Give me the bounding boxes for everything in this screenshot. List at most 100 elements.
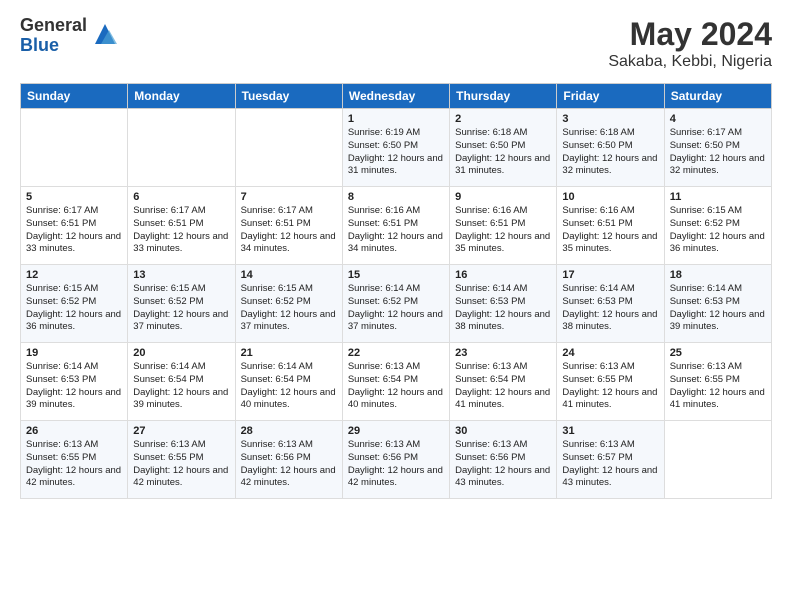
day-number: 21 <box>241 347 337 359</box>
day-info: Sunrise: 6:18 AM Sunset: 6:50 PM Dayligh… <box>455 127 551 178</box>
calendar-week-4: 19 Sunrise: 6:14 AM Sunset: 6:53 PM Dayli… <box>21 343 772 421</box>
day-number: 22 <box>348 347 444 359</box>
day-number: 4 <box>670 113 766 125</box>
day-number: 16 <box>455 269 551 281</box>
calendar-cell: 14Sunrise: 6:15 AM Sunset: 6:52 PM Dayli… <box>235 265 342 343</box>
col-friday: Friday <box>557 84 664 109</box>
calendar-cell <box>21 109 128 187</box>
calendar-cell: 2 Sunrise: 6:18 AM Sunset: 6:50 PM Daylig… <box>450 109 557 187</box>
calendar-cell <box>235 109 342 187</box>
day-info: Sunrise: 6:15 AM Sunset: 6:52 PM Dayligh… <box>26 283 122 334</box>
day-info: Sunrise: 6:15 AM Sunset: 6:52 PM Dayligh… <box>670 205 766 256</box>
main-title: May 2024 <box>608 16 772 53</box>
calendar-cell: 21 Sunrise: 6:14 AM Sunset: 6:54 PM Dayli… <box>235 343 342 421</box>
day-number: 28 <box>241 425 337 437</box>
day-info: Sunrise: 6:16 AM Sunset: 6:51 PM Dayligh… <box>562 205 658 256</box>
calendar-cell <box>128 109 235 187</box>
day-info: Sunrise: 6:13 AM Sunset: 6:55 PM Dayligh… <box>670 361 766 412</box>
day-info: Sunrise: 6:13 AM Sunset: 6:55 PM Dayligh… <box>133 439 229 490</box>
day-number: 18 <box>670 269 766 281</box>
logo-general: General <box>20 16 87 36</box>
day-info: Sunrise: 6:14 AM Sunset: 6:54 PM Dayligh… <box>133 361 229 412</box>
day-info: Sunrise: 6:14 AM Sunset: 6:53 PM Dayligh… <box>562 283 658 334</box>
day-info: Sunrise: 6:14 AM Sunset: 6:54 PM Dayligh… <box>241 361 337 412</box>
header: General Blue May 2024 Sakaba, Kebbi, Nig… <box>20 16 772 71</box>
calendar-week-5: 26 Sunrise: 6:13 AM Sunset: 6:55 PM Dayli… <box>21 421 772 499</box>
calendar-cell <box>664 421 771 499</box>
calendar-cell: 7 Sunrise: 6:17 AM Sunset: 6:51 PM Daylig… <box>235 187 342 265</box>
day-info: Sunrise: 6:13 AM Sunset: 6:54 PM Dayligh… <box>455 361 551 412</box>
day-info: Sunrise: 6:13 AM Sunset: 6:56 PM Dayligh… <box>241 439 337 490</box>
day-info: Sunrise: 6:14 AM Sunset: 6:53 PM Dayligh… <box>26 361 122 412</box>
calendar-cell: 10 Sunrise: 6:16 AM Sunset: 6:51 PM Dayli… <box>557 187 664 265</box>
calendar-week-1: 1 Sunrise: 6:19 AM Sunset: 6:50 PM Daylig… <box>21 109 772 187</box>
day-number: 19 <box>26 347 122 359</box>
day-info: Sunrise: 6:16 AM Sunset: 6:51 PM Dayligh… <box>348 205 444 256</box>
day-info: Sunrise: 6:13 AM Sunset: 6:55 PM Dayligh… <box>26 439 122 490</box>
day-number: 13 <box>133 269 229 281</box>
col-wednesday: Wednesday <box>342 84 449 109</box>
day-number: 3 <box>562 113 658 125</box>
calendar-cell: 6Sunrise: 6:17 AM Sunset: 6:51 PM Daylig… <box>128 187 235 265</box>
calendar-cell: 20 Sunrise: 6:14 AM Sunset: 6:54 PM Dayli… <box>128 343 235 421</box>
day-number: 20 <box>133 347 229 359</box>
col-tuesday: Tuesday <box>235 84 342 109</box>
calendar-week-3: 12 Sunrise: 6:15 AM Sunset: 6:52 PM Dayli… <box>21 265 772 343</box>
day-number: 30 <box>455 425 551 437</box>
calendar-week-2: 5 Sunrise: 6:17 AM Sunset: 6:51 PM Daylig… <box>21 187 772 265</box>
title-block: May 2024 Sakaba, Kebbi, Nigeria <box>608 16 772 71</box>
calendar-cell: 22 Sunrise: 6:13 AM Sunset: 6:54 PM Dayli… <box>342 343 449 421</box>
calendar-cell: 8 Sunrise: 6:16 AM Sunset: 6:51 PM Daylig… <box>342 187 449 265</box>
day-number: 6 <box>133 191 229 203</box>
day-number: 7 <box>241 191 337 203</box>
calendar-cell: 26 Sunrise: 6:13 AM Sunset: 6:55 PM Dayli… <box>21 421 128 499</box>
calendar-cell: 17 Sunrise: 6:14 AM Sunset: 6:53 PM Dayli… <box>557 265 664 343</box>
day-info: Sunrise: 6:13 AM Sunset: 6:56 PM Dayligh… <box>455 439 551 490</box>
day-info: Sunrise: 6:17 AM Sunset: 6:50 PM Dayligh… <box>670 127 766 178</box>
day-info: Sunrise: 6:13 AM Sunset: 6:54 PM Dayligh… <box>348 361 444 412</box>
calendar-cell: 29 Sunrise: 6:13 AM Sunset: 6:56 PM Dayli… <box>342 421 449 499</box>
calendar-cell: 25 Sunrise: 6:13 AM Sunset: 6:55 PM Dayli… <box>664 343 771 421</box>
calendar-cell: 31Sunrise: 6:13 AM Sunset: 6:57 PM Dayli… <box>557 421 664 499</box>
logo-text: General Blue <box>20 16 87 56</box>
day-number: 17 <box>562 269 658 281</box>
day-number: 25 <box>670 347 766 359</box>
calendar-cell: 5Sunrise: 6:17 AM Sunset: 6:51 PM Daylig… <box>21 187 128 265</box>
subtitle: Sakaba, Kebbi, Nigeria <box>608 53 772 71</box>
col-sunday: Sunday <box>21 84 128 109</box>
day-number: 1 <box>348 113 444 125</box>
day-number: 5 <box>26 191 122 203</box>
day-number: 29 <box>348 425 444 437</box>
day-info: Sunrise: 6:14 AM Sunset: 6:53 PM Dayligh… <box>455 283 551 334</box>
col-monday: Monday <box>128 84 235 109</box>
day-number: 2 <box>455 113 551 125</box>
calendar-cell: 16 Sunrise: 6:14 AM Sunset: 6:53 PM Dayli… <box>450 265 557 343</box>
day-number: 8 <box>348 191 444 203</box>
day-info: Sunrise: 6:14 AM Sunset: 6:52 PM Dayligh… <box>348 283 444 334</box>
calendar-cell: 28 Sunrise: 6:13 AM Sunset: 6:56 PM Dayli… <box>235 421 342 499</box>
day-number: 26 <box>26 425 122 437</box>
page: General Blue May 2024 Sakaba, Kebbi, Nig… <box>0 0 792 612</box>
day-info: Sunrise: 6:14 AM Sunset: 6:53 PM Dayligh… <box>670 283 766 334</box>
calendar-cell: 4 Sunrise: 6:17 AM Sunset: 6:50 PM Daylig… <box>664 109 771 187</box>
day-info: Sunrise: 6:13 AM Sunset: 6:55 PM Dayligh… <box>562 361 658 412</box>
day-info: Sunrise: 6:13 AM Sunset: 6:57 PM Dayligh… <box>562 439 658 490</box>
day-number: 24 <box>562 347 658 359</box>
day-info: Sunrise: 6:19 AM Sunset: 6:50 PM Dayligh… <box>348 127 444 178</box>
calendar-cell: 19 Sunrise: 6:14 AM Sunset: 6:53 PM Dayli… <box>21 343 128 421</box>
calendar-cell: 9Sunrise: 6:16 AM Sunset: 6:51 PM Daylig… <box>450 187 557 265</box>
calendar-cell: 12 Sunrise: 6:15 AM Sunset: 6:52 PM Dayli… <box>21 265 128 343</box>
calendar-cell: 24 Sunrise: 6:13 AM Sunset: 6:55 PM Dayli… <box>557 343 664 421</box>
day-number: 10 <box>562 191 658 203</box>
day-info: Sunrise: 6:17 AM Sunset: 6:51 PM Dayligh… <box>241 205 337 256</box>
day-number: 9 <box>455 191 551 203</box>
calendar-cell: 18 Sunrise: 6:14 AM Sunset: 6:53 PM Dayli… <box>664 265 771 343</box>
day-number: 15 <box>348 269 444 281</box>
col-thursday: Thursday <box>450 84 557 109</box>
logo-blue: Blue <box>20 36 87 56</box>
calendar-table: Sunday Monday Tuesday Wednesday Thursday… <box>20 83 772 499</box>
day-info: Sunrise: 6:13 AM Sunset: 6:56 PM Dayligh… <box>348 439 444 490</box>
day-number: 12 <box>26 269 122 281</box>
calendar-cell: 11Sunrise: 6:15 AM Sunset: 6:52 PM Dayli… <box>664 187 771 265</box>
logo-icon <box>91 20 119 48</box>
